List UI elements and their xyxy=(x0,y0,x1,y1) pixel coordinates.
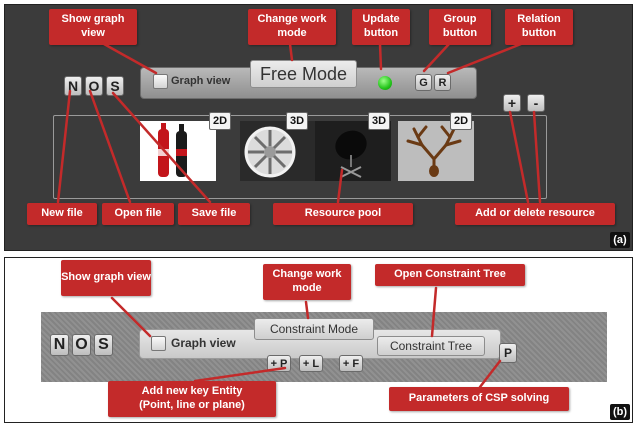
callout-open-file: Open file xyxy=(102,203,174,225)
add-line-button[interactable]: + L xyxy=(299,355,323,372)
wheel-rim-icon xyxy=(244,126,296,178)
callout-change-mode-a: Change work mode xyxy=(248,9,336,45)
add-plane-button[interactable]: + F xyxy=(339,355,363,372)
update-indicator[interactable] xyxy=(378,76,392,90)
panel-b-tag: (b) xyxy=(610,404,630,420)
bottles-icon xyxy=(158,123,187,177)
work-mode-button-b[interactable]: Constraint Mode xyxy=(254,318,374,340)
callout-relation: Relation button xyxy=(505,9,573,45)
callout-csp: Parameters of CSP solving xyxy=(389,387,569,411)
callout-resource-pool: Resource pool xyxy=(273,203,413,225)
panel-a-ui-area: Graph view Free Mode G R N O S + - 2D 3D… xyxy=(5,5,632,250)
callout-add-entity-line2: (Point, line or plane) xyxy=(139,399,245,411)
chair-icon xyxy=(335,130,367,178)
save-file-key-b[interactable]: S xyxy=(94,334,113,356)
resource-item-3[interactable] xyxy=(315,121,391,181)
resource-badge-1: 2D xyxy=(209,112,231,130)
constraint-tree-button[interactable]: Constraint Tree xyxy=(377,336,485,356)
callout-change-mode-b: Change work mode xyxy=(263,264,351,300)
callout-show-graph-a: Show graph view xyxy=(49,9,137,45)
callout-new-file: New file xyxy=(27,203,97,225)
callout-add-entity-line1: Add new key Entity xyxy=(141,385,243,398)
callout-group: Group button xyxy=(429,9,491,45)
callout-update: Update button xyxy=(352,9,410,45)
antlers-icon xyxy=(406,125,462,177)
resource-item-4[interactable] xyxy=(398,121,474,181)
panel-b: Graph view Constraint Mode Constraint Tr… xyxy=(4,257,633,423)
callout-save-file: Save file xyxy=(178,203,250,225)
resource-badge-4: 2D xyxy=(450,112,472,130)
group-button[interactable]: G xyxy=(415,74,432,91)
callout-show-graph-b: Show graph view xyxy=(61,260,151,296)
panel-a: Graph view Free Mode G R N O S + - 2D 3D… xyxy=(4,4,633,251)
open-file-key-b[interactable]: O xyxy=(72,334,91,356)
callout-add-entity: Add new key Entity (Point, line or plane… xyxy=(108,381,276,417)
work-mode-button-a[interactable]: Free Mode xyxy=(250,60,357,88)
callout-open-tree: Open Constraint Tree xyxy=(375,264,525,286)
resource-item-2[interactable] xyxy=(240,121,316,181)
csp-parameters-button[interactable]: P xyxy=(499,343,517,363)
add-point-button[interactable]: + P xyxy=(267,355,291,372)
relation-button[interactable]: R xyxy=(434,74,451,91)
delete-resource-button[interactable]: - xyxy=(527,94,545,112)
callout-add-delete: Add or delete resource xyxy=(455,203,615,225)
new-file-key-b[interactable]: N xyxy=(50,334,69,356)
resource-item-1[interactable] xyxy=(140,121,216,181)
open-file-key-a[interactable]: O xyxy=(85,76,103,96)
add-resource-button[interactable]: + xyxy=(503,94,521,112)
new-file-key-a[interactable]: N xyxy=(64,76,82,96)
graph-view-label-a: Graph view xyxy=(171,75,231,87)
graph-view-checkbox-b[interactable] xyxy=(151,336,166,351)
resource-badge-2: 3D xyxy=(286,112,308,130)
resource-badge-3: 3D xyxy=(368,112,390,130)
graph-view-label-b: Graph view xyxy=(171,336,236,350)
graph-view-checkbox-a[interactable] xyxy=(153,74,168,89)
panel-a-tag: (a) xyxy=(610,232,630,248)
save-file-key-a[interactable]: S xyxy=(106,76,124,96)
